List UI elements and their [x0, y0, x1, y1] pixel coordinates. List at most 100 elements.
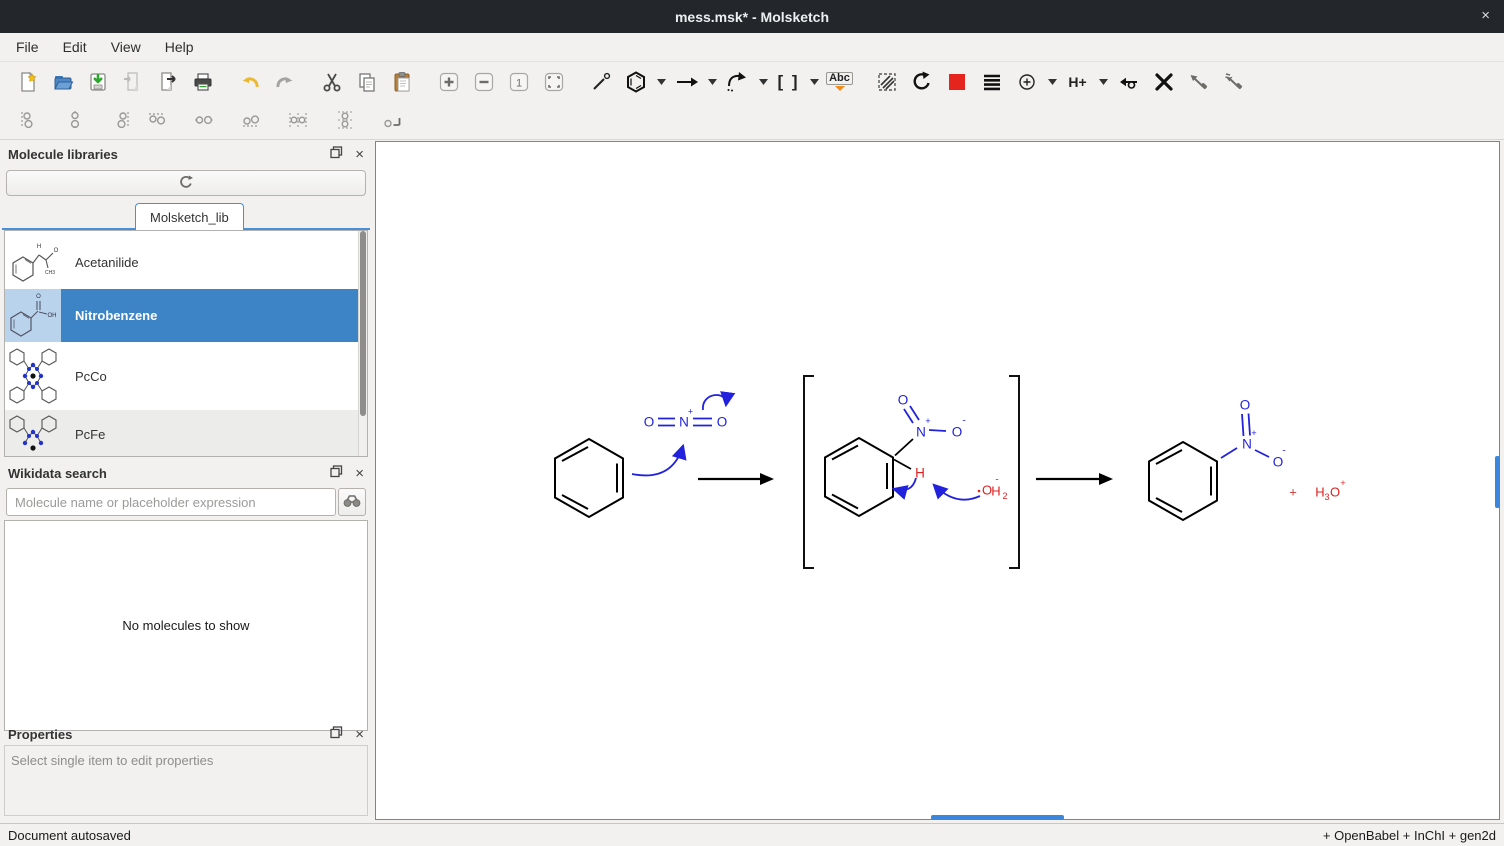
- binoculars-icon: [343, 494, 361, 511]
- set-angle-button[interactable]: [374, 103, 409, 137]
- library-item-pcfe[interactable]: PcFe: [5, 410, 359, 457]
- align-top-button[interactable]: [139, 103, 174, 137]
- connect-tool-button[interactable]: [1111, 65, 1146, 99]
- wikidata-empty-text: No molecules to show: [122, 618, 249, 633]
- hydrogen-tool-button[interactable]: H+: [1060, 65, 1095, 99]
- distribute-horizontal-icon: [288, 110, 308, 130]
- mechanism-arrow-dropdown[interactable]: [755, 65, 771, 99]
- transform-tool-1-button[interactable]: [1181, 65, 1216, 99]
- toolbar-separator: [92, 120, 104, 121]
- mechanism-arrow-icon: [726, 71, 750, 93]
- curly-arrow-ch-to-ring: [894, 478, 916, 490]
- library-scrollbar[interactable]: [358, 231, 367, 456]
- text-tool-icon: Abc: [826, 72, 853, 91]
- line-width-icon: [981, 71, 1003, 93]
- ring-tool-button[interactable]: [618, 65, 653, 99]
- hydrogen-tool-dropdown[interactable]: [1095, 65, 1111, 99]
- cut-button[interactable]: [314, 65, 349, 99]
- wikidata-search-input[interactable]: [6, 488, 336, 516]
- toolbar-separator: [174, 120, 186, 121]
- delete-tool-button[interactable]: [1146, 65, 1181, 99]
- reaction-arrow-dropdown[interactable]: [704, 65, 720, 99]
- properties-close-button[interactable]: ×: [355, 727, 364, 742]
- window-close-button[interactable]: ×: [1481, 7, 1490, 24]
- zoom-fit-icon: [543, 71, 565, 93]
- library-item-acetanilide[interactable]: H O CH3 Acetanilide: [5, 236, 359, 289]
- properties-panel-header: Properties ×: [0, 722, 372, 746]
- bracket-tool-dropdown[interactable]: [806, 65, 822, 99]
- wikidata-close-button[interactable]: ×: [355, 466, 364, 481]
- zoom-fit-button[interactable]: [536, 65, 571, 99]
- align-vertical-center-button[interactable]: [57, 103, 92, 137]
- canvas-vscrollbar-thumb[interactable]: [1495, 456, 1500, 508]
- bracket-tool-button[interactable]: [ ]: [771, 65, 806, 99]
- draw-bond-icon: [590, 71, 612, 93]
- tab-molsketch-lib[interactable]: Molsketch_lib: [135, 203, 244, 230]
- redo-icon: [274, 71, 296, 93]
- hatch-tool-button[interactable]: [869, 65, 904, 99]
- menu-file[interactable]: File: [4, 35, 51, 59]
- libraries-close-button[interactable]: ×: [355, 147, 364, 162]
- new-file-button[interactable]: [10, 65, 45, 99]
- charge-tool-dropdown[interactable]: [1044, 65, 1060, 99]
- toolbar-separator: [45, 120, 57, 121]
- acetanilide-thumbnail: H O CH3: [5, 236, 61, 289]
- paste-button[interactable]: [384, 65, 419, 99]
- line-width-button[interactable]: [974, 65, 1009, 99]
- library-item-pcco[interactable]: PcCo: [5, 342, 359, 410]
- align-right-button[interactable]: [104, 103, 139, 137]
- align-bottom-button[interactable]: [233, 103, 268, 137]
- library-scrollbar-thumb[interactable]: [360, 231, 366, 416]
- undo-button[interactable]: [232, 65, 267, 99]
- import-file-button[interactable]: [115, 65, 150, 99]
- transform-tool-2-button[interactable]: [1216, 65, 1251, 99]
- align-left-button[interactable]: [10, 103, 45, 137]
- properties-float-button[interactable]: [330, 726, 343, 742]
- charge-plus: +: [1340, 478, 1345, 488]
- open-file-button[interactable]: [45, 65, 80, 99]
- zoom-original-button[interactable]: 1: [501, 65, 536, 99]
- ring-tool-icon: [624, 70, 648, 94]
- menu-help[interactable]: Help: [153, 35, 206, 59]
- color-picker-button[interactable]: [939, 65, 974, 99]
- charge-minus: -: [995, 475, 998, 486]
- wikidata-search-button[interactable]: [338, 488, 366, 516]
- menu-view[interactable]: View: [99, 35, 153, 59]
- wikidata-float-button[interactable]: [330, 465, 343, 481]
- set-angle-icon: [382, 110, 402, 130]
- library-item-nitrobenzene[interactable]: O OH Nitrobenzene: [5, 289, 359, 342]
- ring-tool-dropdown[interactable]: [653, 65, 669, 99]
- print-icon: [192, 71, 214, 93]
- draw-bond-button[interactable]: [583, 65, 618, 99]
- library-refresh-button[interactable]: [6, 170, 366, 196]
- text-tool-button[interactable]: Abc: [822, 65, 857, 99]
- align-horizontal-center-button[interactable]: [186, 103, 221, 137]
- zoom-original-icon: 1: [508, 71, 530, 93]
- charge-tool-button[interactable]: [1009, 65, 1044, 99]
- zoom-in-button[interactable]: [431, 65, 466, 99]
- distribute-vertical-button[interactable]: [327, 103, 362, 137]
- sidebar: Molecule libraries × Molsketch_lib H: [0, 140, 372, 823]
- reaction-arrow-button[interactable]: [669, 65, 704, 99]
- copy-button[interactable]: [349, 65, 384, 99]
- main-toolbar: 1 [ ] Abc: [0, 62, 1504, 101]
- redo-button[interactable]: [267, 65, 302, 99]
- distribute-horizontal-button[interactable]: [280, 103, 315, 137]
- export-file-button[interactable]: [150, 65, 185, 99]
- mechanism-arrow-button[interactable]: [720, 65, 755, 99]
- menu-edit[interactable]: Edit: [51, 35, 99, 59]
- canvas-hscrollbar-thumb[interactable]: [931, 815, 1064, 820]
- curly-arrow-benzene-to-nitronium: [632, 446, 683, 475]
- zoom-in-icon: [438, 71, 460, 93]
- reaction-scheme: O N + O: [376, 142, 1499, 819]
- float-icon: [330, 146, 343, 162]
- drawing-canvas[interactable]: O N + O: [375, 141, 1500, 820]
- right-bracket: [1009, 376, 1019, 568]
- libraries-float-button[interactable]: [330, 146, 343, 162]
- zoom-out-button[interactable]: [466, 65, 501, 99]
- connect-icon: [1118, 71, 1140, 93]
- rotate-tool-button[interactable]: [904, 65, 939, 99]
- print-button[interactable]: [185, 65, 220, 99]
- save-file-button[interactable]: [80, 65, 115, 99]
- charge-minus: -: [1282, 446, 1285, 457]
